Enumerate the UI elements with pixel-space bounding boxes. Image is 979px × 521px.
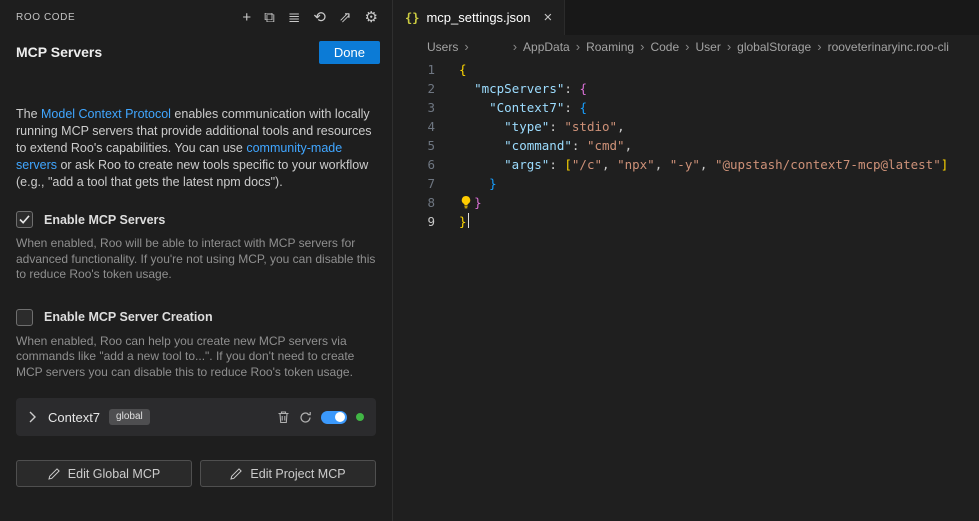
pencil-icon xyxy=(230,468,242,480)
breadcrumb-item[interactable]: AppData xyxy=(523,40,570,54)
tab-bar: {} mcp_settings.json × xyxy=(393,0,979,35)
code-line[interactable]: 7 } xyxy=(393,174,979,193)
code-line[interactable]: 6 "args": ["/c", "npx", "-y", "@upstash/… xyxy=(393,155,979,174)
description-text: or ask Roo to create new tools specific … xyxy=(16,158,368,189)
enable-mcp-creation-label: Enable MCP Server Creation xyxy=(44,310,213,324)
text-cursor xyxy=(468,213,470,228)
server-list-icon[interactable]: ≣ xyxy=(288,10,301,25)
sidebar-header-icons: + ⧉ ≣ ⟲ ⇗ ⚙ xyxy=(242,10,378,25)
refresh-icon xyxy=(299,411,312,424)
chevron-right-icon: › xyxy=(464,39,468,54)
enable-mcp-creation-checkbox[interactable] xyxy=(16,309,33,326)
code-line[interactable]: 1{ xyxy=(393,60,979,79)
breadcrumb-item[interactable]: rooveterinaryinc.roo-cli xyxy=(828,40,949,54)
enable-mcp-creation-description: When enabled, Roo can help you create ne… xyxy=(16,334,376,381)
tab-filename: mcp_settings.json xyxy=(426,10,530,25)
code-line[interactable]: 5 "command": "cmd", xyxy=(393,136,979,155)
breadcrumb-item[interactable]: Roaming xyxy=(586,40,634,54)
view-header: MCP Servers Done xyxy=(0,34,392,70)
server-status-dot xyxy=(356,413,364,421)
server-enabled-toggle[interactable] xyxy=(321,411,347,424)
code-line[interactable]: 8 } xyxy=(393,193,979,212)
description-text: The xyxy=(16,107,41,121)
chevron-right-icon: › xyxy=(727,39,731,54)
breadcrumb-item[interactable]: Code xyxy=(650,40,679,54)
enable-mcp-servers-checkbox[interactable] xyxy=(16,211,33,228)
settings-gear-icon[interactable]: ⚙ xyxy=(365,10,378,25)
edit-project-mcp-label: Edit Project MCP xyxy=(250,467,345,481)
code-line[interactable]: 2 "mcpServers": { xyxy=(393,79,979,98)
enable-mcp-creation-row: Enable MCP Server Creation xyxy=(16,309,376,326)
breadcrumb-item[interactable]: globalStorage xyxy=(737,40,811,54)
edit-buttons-row: Edit Global MCP Edit Project MCP xyxy=(16,460,376,487)
edit-project-mcp-button[interactable]: Edit Project MCP xyxy=(200,460,376,487)
tab-mcp-settings[interactable]: {} mcp_settings.json × xyxy=(393,0,565,35)
history-icon[interactable]: ⟲ xyxy=(313,10,326,25)
chevron-right-icon: › xyxy=(576,39,580,54)
delete-server-button[interactable] xyxy=(277,410,290,424)
enable-mcp-servers-row: Enable MCP Servers xyxy=(16,211,376,228)
check-icon xyxy=(19,215,30,224)
chevron-right-icon: › xyxy=(685,39,689,54)
chevron-right-icon[interactable] xyxy=(28,411,37,423)
pencil-icon xyxy=(48,468,60,480)
restart-server-button[interactable] xyxy=(299,411,312,424)
sidebar-header: ROO CODE + ⧉ ≣ ⟲ ⇗ ⚙ xyxy=(0,0,392,34)
edit-global-mcp-label: Edit Global MCP xyxy=(68,467,160,481)
mcp-server-row[interactable]: Context7 global xyxy=(16,398,376,436)
copy-icon[interactable]: ⧉ xyxy=(264,10,275,25)
mcp-description: The Model Context Protocol enables commu… xyxy=(16,106,376,191)
breadcrumb: Users › › AppData › Roaming › Code › User › globalS… xyxy=(393,35,979,58)
vscode-window: ROO CODE + ⧉ ≣ ⟲ ⇗ ⚙ MCP Servers Done The Mod… xyxy=(0,0,979,521)
model-context-protocol-link[interactable]: Model Context Protocol xyxy=(41,107,171,121)
server-name: Context7 xyxy=(48,410,100,425)
json-file-icon: {} xyxy=(405,11,419,25)
toggle-knob xyxy=(335,412,345,422)
breadcrumb-item[interactable]: Users xyxy=(427,40,458,54)
code-lines: 1{2 "mcpServers": {3 "Context7": {4 "typ… xyxy=(393,58,979,231)
chevron-right-icon: › xyxy=(513,39,517,54)
chevron-right-icon: › xyxy=(817,39,821,54)
chevron-right-icon: › xyxy=(640,39,644,54)
open-in-editor-icon[interactable]: ⇗ xyxy=(339,10,352,25)
enable-mcp-servers-description: When enabled, Roo will be able to intera… xyxy=(16,236,376,283)
close-tab-icon[interactable]: × xyxy=(544,10,553,25)
editor-area: {} mcp_settings.json × Users › › AppData › Ro… xyxy=(393,0,979,521)
trash-icon xyxy=(277,410,290,424)
edit-global-mcp-button[interactable]: Edit Global MCP xyxy=(16,460,192,487)
server-scope-badge: global xyxy=(109,409,150,425)
code-line[interactable]: 3 "Context7": { xyxy=(393,98,979,117)
breadcrumb-item[interactable]: User xyxy=(695,40,720,54)
enable-mcp-servers-label: Enable MCP Servers xyxy=(44,213,165,227)
roo-code-sidebar: ROO CODE + ⧉ ≣ ⟲ ⇗ ⚙ MCP Servers Done The Mod… xyxy=(0,0,393,521)
done-button[interactable]: Done xyxy=(319,41,380,64)
page-title: MCP Servers xyxy=(16,44,102,60)
extension-title: ROO CODE xyxy=(16,12,75,23)
code-line[interactable]: 9} xyxy=(393,212,979,231)
add-icon[interactable]: + xyxy=(242,10,251,25)
code-line[interactable]: 4 "type": "stdio", xyxy=(393,117,979,136)
